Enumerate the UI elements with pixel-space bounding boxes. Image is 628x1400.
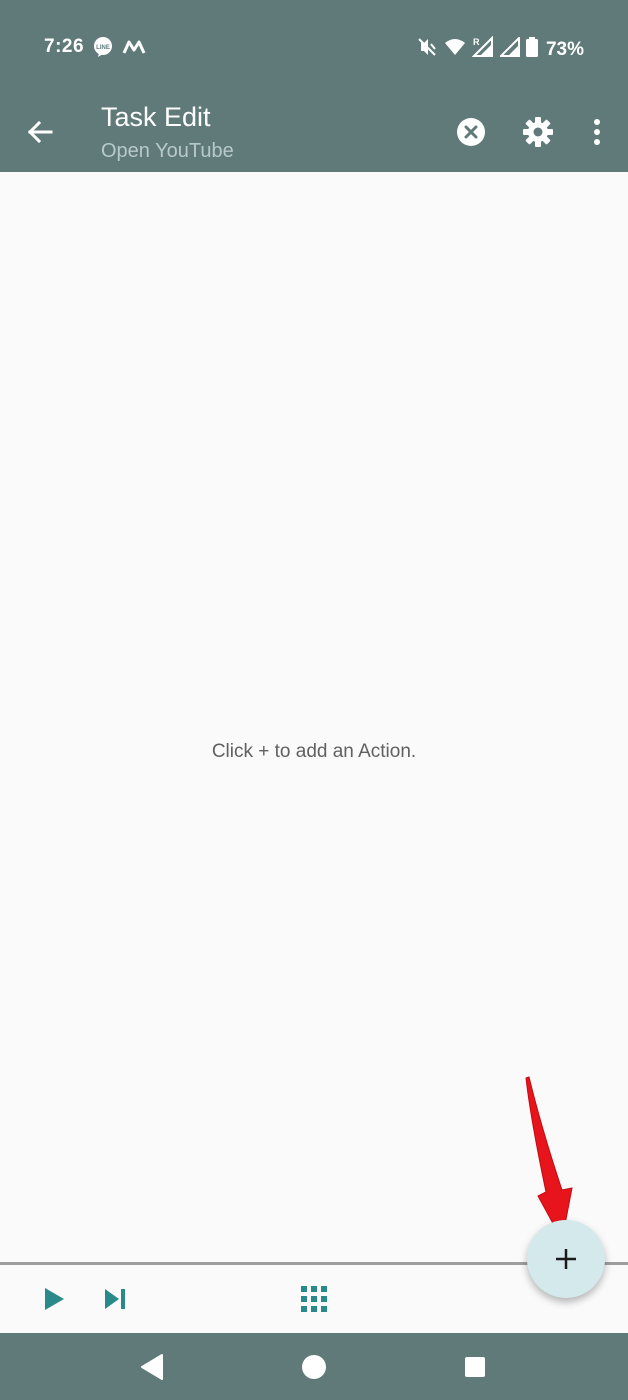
gear-icon [523, 117, 553, 147]
back-arrow-icon [27, 120, 53, 144]
plus-icon [556, 1249, 576, 1269]
page-subtitle: Open YouTube [101, 140, 234, 162]
app-bar: Task Edit Open YouTube [0, 90, 628, 172]
system-nav-bar [0, 1333, 628, 1400]
nav-back-button[interactable] [132, 1347, 172, 1387]
page-title: Task Edit [101, 102, 211, 132]
settings-button[interactable] [518, 112, 558, 152]
status-system-icons: R 73% [416, 35, 584, 63]
nav-back-icon [141, 1354, 163, 1380]
battery-icon [525, 37, 538, 62]
play-icon [45, 1288, 64, 1310]
line-app-icon: LINE [92, 36, 114, 63]
nav-home-button[interactable] [294, 1347, 334, 1387]
play-button[interactable] [34, 1281, 74, 1317]
m-app-icon [122, 38, 146, 61]
overflow-menu-button[interactable] [577, 112, 617, 152]
annotation-arrow-icon [525, 1076, 573, 1242]
signal-roaming-icon: R [471, 35, 494, 63]
status-time: 7:26 [44, 36, 85, 57]
skip-next-icon [105, 1289, 125, 1309]
nav-recents-icon [465, 1357, 485, 1377]
wifi-icon [444, 37, 466, 62]
roaming-marker: R [473, 37, 480, 47]
step-button[interactable] [95, 1281, 135, 1317]
svg-text:LINE: LINE [96, 45, 110, 51]
status-bar: 7:26 LINE R 73% [0, 0, 628, 90]
more-vertical-icon [594, 119, 600, 145]
nav-recents-button[interactable] [455, 1347, 495, 1387]
battery-percent: 73% [545, 38, 584, 60]
add-action-button[interactable] [527, 1220, 605, 1298]
empty-state-message: Click + to add an Action. [211, 741, 417, 762]
nav-home-icon [302, 1355, 326, 1379]
apps-grid-button[interactable] [294, 1281, 334, 1317]
clear-button[interactable] [451, 112, 491, 152]
back-button[interactable] [18, 110, 62, 154]
signal-icon [498, 35, 520, 62]
clear-circle-icon [457, 118, 485, 146]
status-notification-icons: LINE [92, 36, 146, 63]
apps-grid-icon [301, 1286, 327, 1312]
vibrate-off-icon [416, 36, 438, 63]
